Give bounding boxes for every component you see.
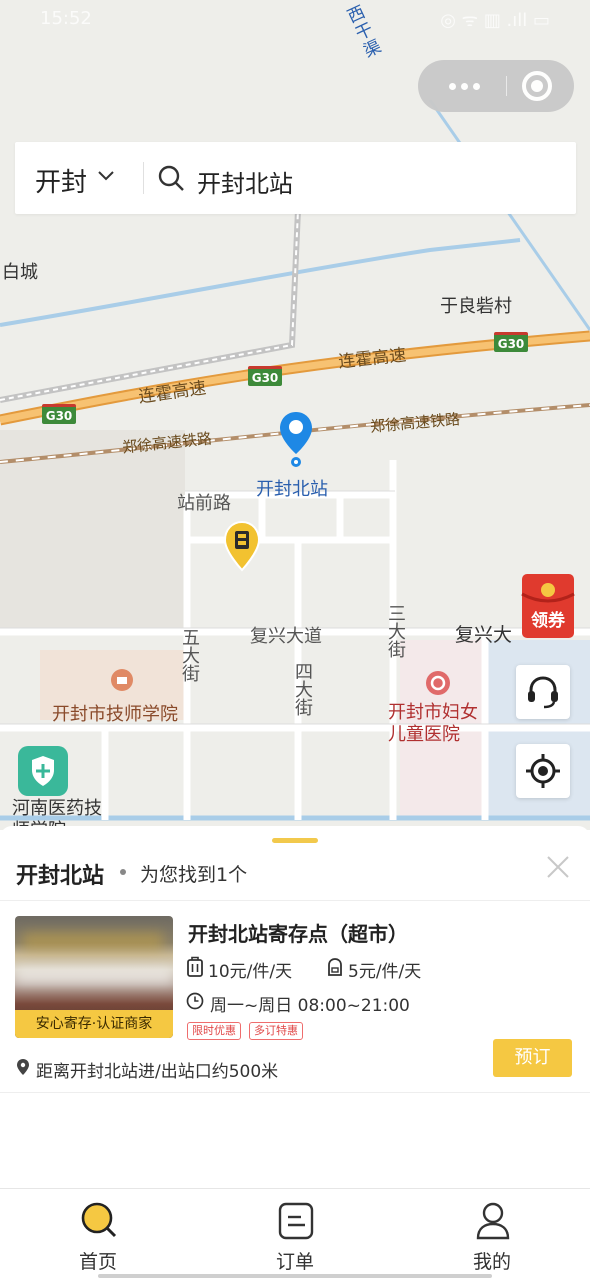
location-pin-icon [17, 1059, 29, 1075]
highway-shield: G30 [42, 404, 76, 424]
status-icons: ◎ ᯤ ▥ .ıll ▭ [440, 10, 550, 31]
search-icon [158, 165, 184, 191]
hospital-icon [426, 671, 450, 695]
home-indicator [98, 1274, 492, 1278]
chevron-down-icon[interactable] [95, 164, 117, 186]
tab-profile-label: 我的 [472, 1251, 511, 1273]
close-miniprogram-button[interactable] [522, 71, 552, 101]
map-label-road: 五大街 [179, 628, 200, 682]
headset-icon [528, 676, 558, 709]
tab-orders[interactable]: 订单 [235, 1189, 355, 1280]
locker-pin-icon[interactable] [223, 520, 261, 572]
order-list-icon [278, 1202, 314, 1240]
customer-service-button[interactable] [516, 665, 570, 719]
status-bar: 15:52 ◎ ᯤ ▥ .ıll ▭ [40, 8, 550, 34]
tab-home[interactable]: 首页 [38, 1189, 158, 1280]
map-label-road: 站前路 [177, 493, 231, 514]
status-time: 15:52 [40, 8, 92, 29]
station-pin-icon[interactable] [278, 410, 314, 468]
opening-hours-text: 周一~周日 08:00~21:00 [210, 996, 410, 1016]
promo-tag: 多订特惠 [249, 1022, 303, 1040]
highway-shield: G30 [248, 366, 282, 386]
price-luggage-text: 10元/件/天 [208, 962, 293, 982]
distance-text: 距离开封北站进/出站口约500米 [36, 1062, 279, 1082]
sheet-drag-handle[interactable] [272, 838, 318, 843]
book-button[interactable]: 预订 [493, 1039, 572, 1077]
map-label-road: 复兴大道 [250, 626, 322, 647]
promo-tag: 限时优惠 [187, 1022, 241, 1040]
certified-badge: 安心寄存·认证商家 [15, 1010, 173, 1038]
miniprogram-capsule [418, 60, 574, 112]
highway-shield: G30 [494, 332, 528, 352]
store-photo: 安心寄存·认证商家 [15, 916, 173, 1038]
close-icon[interactable] [544, 853, 572, 881]
store-name: 开封北站寄存点（超市） [188, 922, 408, 946]
suitcase-icon [187, 956, 203, 977]
crosshair-icon [526, 754, 560, 788]
map-label-poi: 开封市妇女儿童医院 [388, 702, 478, 745]
map-label-baicheng: 白城 [2, 262, 38, 283]
separator-dot [120, 869, 126, 875]
search-input[interactable]: 开封北站 [197, 164, 293, 199]
results-title: 开封北站 [16, 864, 105, 889]
map-view[interactable]: 15:52 ◎ ᯤ ▥ .ıll ▭ 西干渠 白城 于良砦村 连霍高速 连霍高速… [0, 0, 590, 830]
map-label-station: 开封北站 [256, 479, 328, 500]
tab-profile[interactable]: 我的 [432, 1189, 552, 1280]
tab-home-label: 首页 [78, 1251, 117, 1273]
more-button[interactable] [440, 74, 488, 98]
coupon-label: 领券 [531, 611, 565, 631]
backpack-icon [328, 958, 342, 976]
locate-me-button[interactable] [516, 744, 570, 798]
search-circle-icon [81, 1202, 117, 1238]
map-label-poi: 开封市技师学院 [52, 704, 178, 725]
shield-plus-icon [32, 756, 54, 786]
school-icon [111, 669, 133, 691]
clock-icon [186, 992, 204, 1010]
results-sheet: 开封北站 为您找到1个 安心寄存·认证商家 开封北站寄存点（超市） 10元/件/… [0, 826, 590, 1188]
price-bag-text: 5元/件/天 [348, 962, 422, 982]
map-label-road: 三大街 [385, 604, 406, 658]
poi-shield-button[interactable] [18, 746, 68, 796]
bottom-tab-bar: 首页 订单 我的 [0, 1188, 590, 1280]
map-label-yuliang: 于良砦村 [440, 296, 512, 317]
city-selector[interactable]: 开封 [35, 162, 87, 199]
user-icon [476, 1202, 510, 1240]
map-label-road: 四大街 [292, 662, 313, 716]
search-bar: 开封 开封北站 [15, 142, 576, 214]
results-count: 为您找到1个 [140, 864, 248, 886]
map-label-road: 复兴大 [455, 624, 513, 646]
tab-orders-label: 订单 [275, 1251, 314, 1273]
coupon-button[interactable]: 领券 [518, 572, 578, 640]
